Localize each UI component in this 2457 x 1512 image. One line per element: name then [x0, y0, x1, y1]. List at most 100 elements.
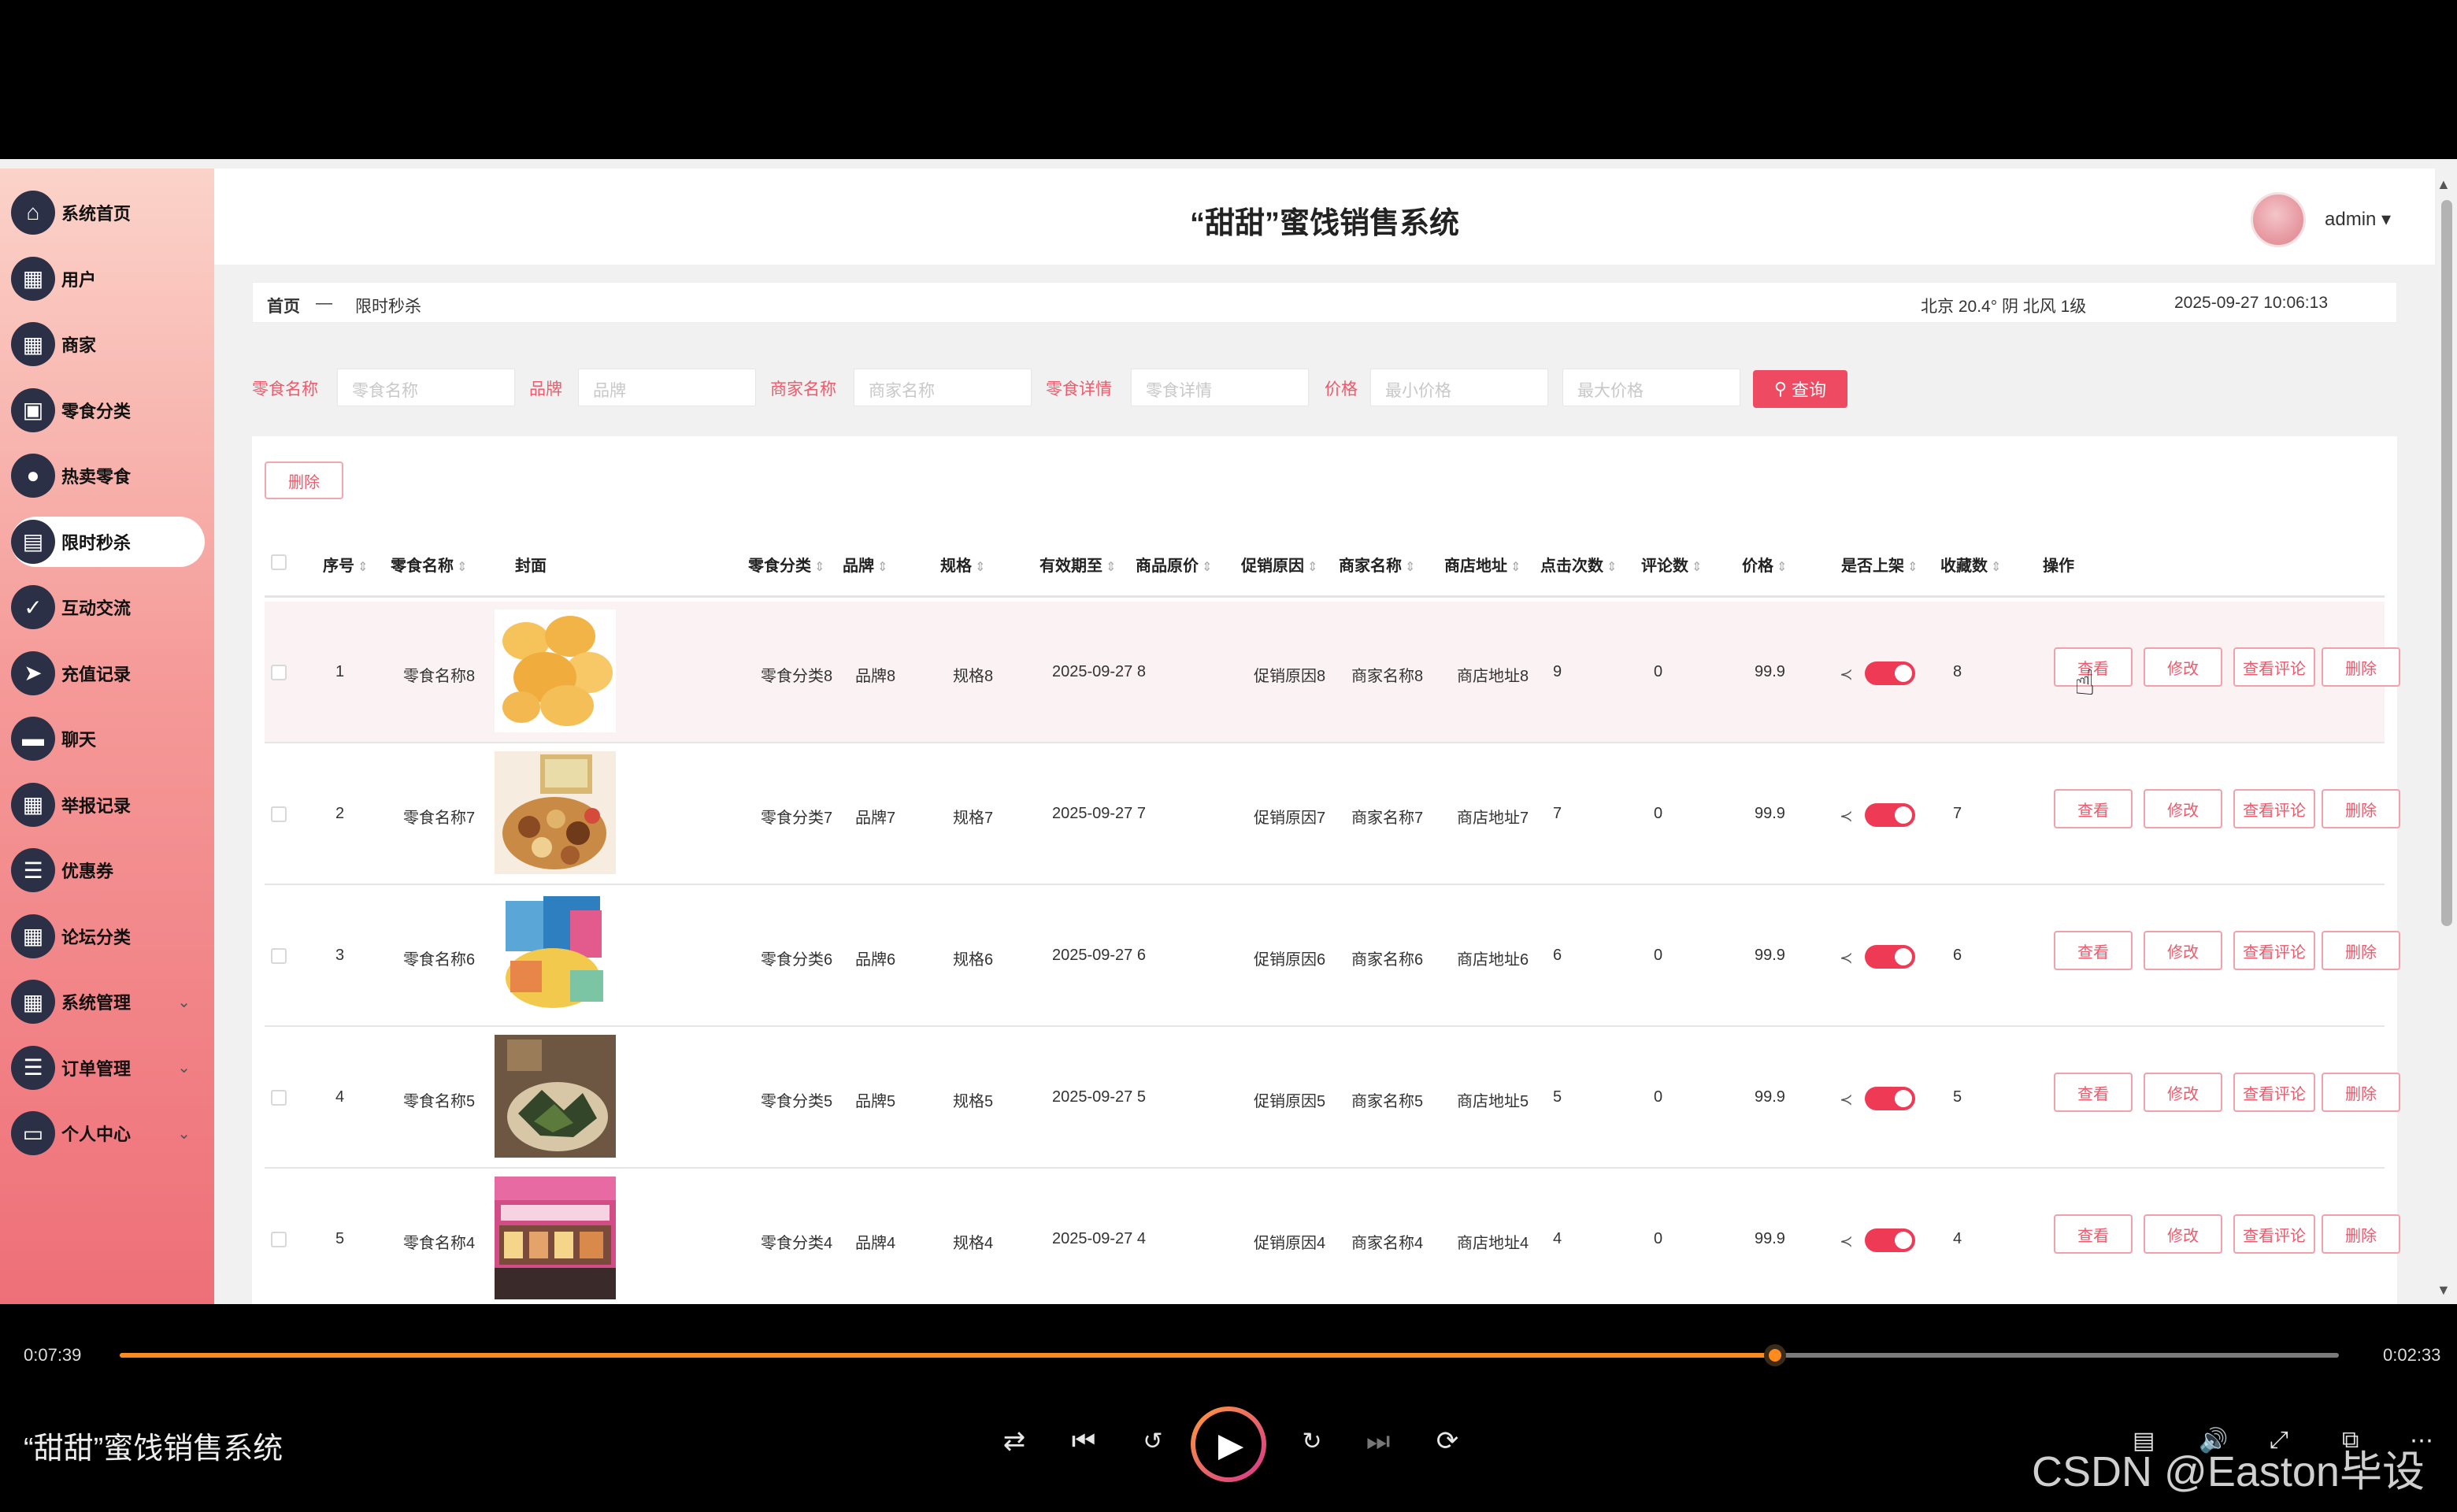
sort-icon[interactable]: ⇕: [1606, 561, 1617, 574]
scroll-down-arrow[interactable]: ▼: [2437, 1282, 2451, 1299]
sidebar-item[interactable]: ☰ 订单管理 ⌄: [11, 1043, 205, 1093]
sidebar-item[interactable]: ▣ 零食分类: [11, 385, 205, 435]
share-icon[interactable]: ≺: [1840, 1090, 1853, 1110]
sort-icon[interactable]: ⇕: [877, 561, 888, 574]
listed-toggle[interactable]: [1865, 945, 1915, 969]
previous-icon[interactable]: ⏮: [1063, 1421, 1104, 1462]
listed-toggle[interactable]: [1865, 1228, 1915, 1252]
rewind-10-icon[interactable]: ↺: [1132, 1421, 1173, 1462]
sort-icon[interactable]: ⇕: [1692, 561, 1702, 574]
view-button[interactable]: 查看: [2054, 1073, 2133, 1112]
column-header[interactable]: 品牌 ⇕: [843, 553, 888, 576]
delete-button[interactable]: 删除: [2322, 1073, 2400, 1112]
sidebar-item[interactable]: ▭ 个人中心 ⌄: [11, 1108, 205, 1158]
sort-icon[interactable]: ⇕: [358, 561, 368, 574]
view-button[interactable]: 查看: [2054, 1214, 2133, 1254]
column-header[interactable]: 有效期至 ⇕: [1040, 553, 1116, 576]
batch-delete-button[interactable]: 删除: [265, 461, 343, 499]
column-header[interactable]: 规格 ⇕: [940, 553, 985, 576]
sort-icon[interactable]: ⇕: [1307, 561, 1317, 574]
column-header[interactable]: 序号 ⇕: [323, 553, 368, 576]
breadcrumb-home[interactable]: 首页: [267, 294, 300, 317]
column-header[interactable]: 价格 ⇕: [1742, 553, 1787, 576]
column-header[interactable]: 点击次数 ⇕: [1540, 553, 1617, 576]
avatar[interactable]: [2251, 192, 2306, 247]
column-header[interactable]: 商品原价 ⇕: [1136, 553, 1212, 576]
sidebar-item[interactable]: ☰ 优惠券: [11, 845, 205, 895]
sort-icon[interactable]: ⇕: [457, 561, 467, 574]
row-checkbox[interactable]: [271, 1232, 287, 1247]
min-price-input[interactable]: 最小价格: [1370, 369, 1548, 406]
sort-icon[interactable]: ⇕: [1510, 561, 1521, 574]
row-checkbox[interactable]: [271, 1090, 287, 1106]
column-header[interactable]: 促销原因 ⇕: [1241, 553, 1317, 576]
column-header[interactable]: 零食名称 ⇕: [391, 553, 467, 576]
query-button[interactable]: ⚲ 查询: [1753, 370, 1847, 408]
view-comments-button[interactable]: 查看评论: [2233, 789, 2315, 828]
sort-icon[interactable]: ⇕: [1405, 561, 1415, 574]
sort-icon[interactable]: ⇕: [1106, 561, 1116, 574]
view-comments-button[interactable]: 查看评论: [2233, 931, 2315, 970]
row-checkbox[interactable]: [271, 806, 287, 822]
scroll-up-arrow[interactable]: ▲: [2437, 176, 2451, 193]
listed-toggle[interactable]: [1865, 1087, 1915, 1110]
sidebar-item[interactable]: ▦ 用户: [11, 254, 205, 304]
column-header[interactable]: 收藏数 ⇕: [1940, 553, 2001, 576]
sort-icon[interactable]: ⇕: [814, 561, 825, 574]
edit-button[interactable]: 修改: [2144, 789, 2222, 828]
sidebar-item[interactable]: ▦ 系统管理 ⌄: [11, 976, 205, 1027]
share-icon[interactable]: ≺: [1840, 665, 1853, 684]
delete-button[interactable]: 删除: [2322, 647, 2400, 687]
column-header[interactable]: 商家名称 ⇕: [1339, 553, 1415, 576]
sidebar-item[interactable]: ▬ 聊天: [11, 713, 205, 764]
column-header[interactable]: 评论数 ⇕: [1641, 553, 1702, 576]
listed-toggle[interactable]: [1865, 803, 1915, 827]
sort-icon[interactable]: ⇕: [1777, 561, 1787, 574]
view-button[interactable]: 查看: [2054, 789, 2133, 828]
column-header[interactable]: 商店地址 ⇕: [1444, 553, 1521, 576]
edit-button[interactable]: 修改: [2144, 647, 2222, 687]
repeat-icon[interactable]: ⟳: [1427, 1421, 1468, 1462]
view-comments-button[interactable]: 查看评论: [2233, 1073, 2315, 1112]
delete-button[interactable]: 删除: [2322, 1214, 2400, 1254]
scrollbar-thumb[interactable]: [2441, 200, 2452, 926]
sort-icon[interactable]: ⇕: [1202, 561, 1212, 574]
edit-button[interactable]: 修改: [2144, 1073, 2222, 1112]
column-header[interactable]: 零食分类 ⇕: [748, 553, 825, 576]
sort-icon[interactable]: ⇕: [1907, 561, 1918, 574]
sidebar-item[interactable]: ⌂ 系统首页: [11, 187, 205, 238]
view-comments-button[interactable]: 查看评论: [2233, 647, 2315, 687]
max-price-input[interactable]: 最大价格: [1562, 369, 1740, 406]
play-button[interactable]: ▶: [1191, 1406, 1266, 1482]
share-icon[interactable]: ≺: [1840, 948, 1853, 968]
delete-button[interactable]: 删除: [2322, 789, 2400, 828]
shuffle-icon[interactable]: ⇄: [994, 1421, 1035, 1462]
edit-button[interactable]: 修改: [2144, 1214, 2222, 1254]
detail-search-input[interactable]: 零食详情: [1131, 369, 1309, 406]
select-all-checkbox[interactable]: [271, 554, 287, 570]
view-button[interactable]: 查看: [2054, 931, 2133, 970]
share-icon[interactable]: ≺: [1840, 1232, 1853, 1251]
next-icon[interactable]: ⏭: [1358, 1421, 1399, 1462]
column-header[interactable]: 是否上架 ⇕: [1841, 553, 1918, 576]
sidebar-item[interactable]: ▦ 举报记录: [11, 780, 205, 830]
listed-toggle[interactable]: [1865, 662, 1915, 685]
seek-handle[interactable]: [1764, 1344, 1787, 1366]
merchant-search-input[interactable]: 商家名称: [854, 369, 1032, 406]
row-checkbox[interactable]: [271, 665, 287, 680]
sidebar-item[interactable]: ➤ 充值记录: [11, 648, 205, 699]
sidebar-item[interactable]: ● 热卖零食: [11, 450, 205, 501]
delete-button[interactable]: 删除: [2322, 931, 2400, 970]
view-comments-button[interactable]: 查看评论: [2233, 1214, 2315, 1254]
brand-search-input[interactable]: 品牌: [578, 369, 756, 406]
seek-bar[interactable]: [120, 1344, 2339, 1366]
sidebar-item[interactable]: ▦ 论坛分类: [11, 911, 205, 962]
share-icon[interactable]: ≺: [1840, 806, 1853, 826]
sidebar-item[interactable]: ✓ 互动交流: [11, 582, 205, 632]
sort-icon[interactable]: ⇕: [1991, 561, 2001, 574]
sort-icon[interactable]: ⇕: [975, 561, 985, 574]
forward-30-icon[interactable]: ↻: [1292, 1421, 1332, 1462]
sidebar-item[interactable]: ▦ 商家: [11, 319, 205, 369]
name-search-input[interactable]: 零食名称: [337, 369, 515, 406]
row-checkbox[interactable]: [271, 948, 287, 964]
